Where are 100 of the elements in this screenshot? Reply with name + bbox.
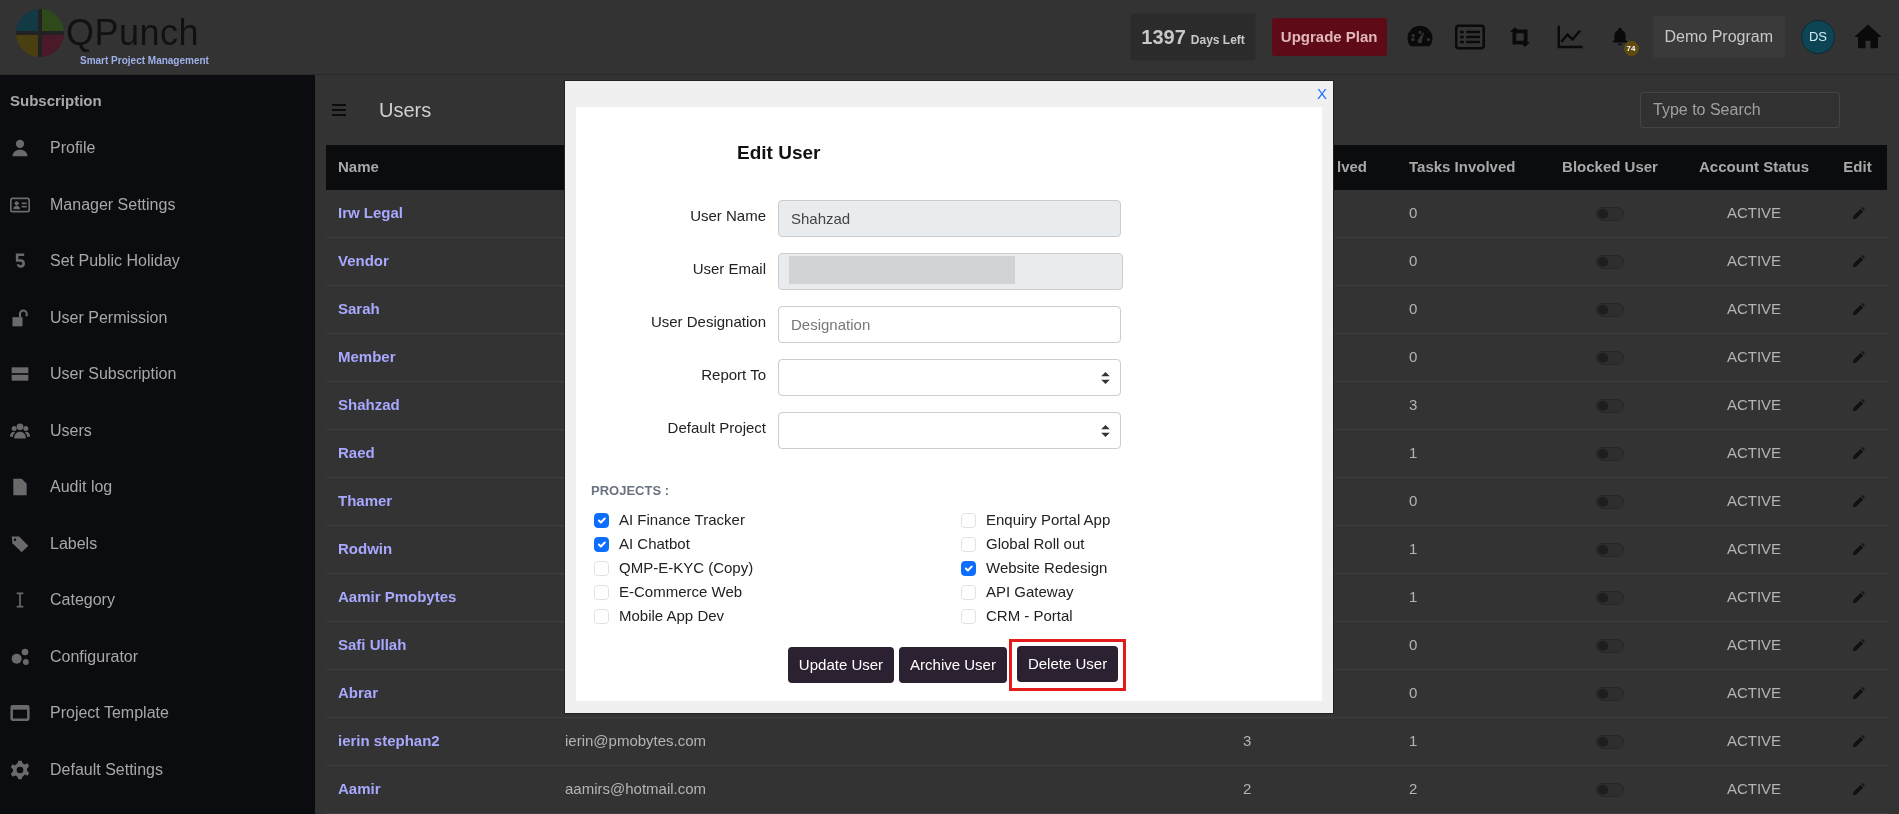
table-cell-text: 3 — [1409, 395, 1418, 416]
notification-badge: 74 — [1623, 41, 1639, 56]
column-header: Name — [338, 157, 379, 178]
table-cell-text: 0 — [1409, 347, 1418, 368]
user-name-link[interactable]: Sarah — [338, 298, 380, 321]
column-header: Blocked User — [1562, 157, 1658, 178]
checkbox[interactable] — [594, 513, 609, 528]
sidebar-item[interactable]: Project Template — [0, 685, 315, 742]
document-icon — [10, 477, 30, 498]
pencil-icon[interactable] — [1850, 302, 1865, 317]
field-label: User Name — [689, 206, 766, 226]
table-cell-text: aamirs@hotmail.com — [565, 779, 707, 800]
user-name-link[interactable]: Member — [338, 346, 396, 369]
checkbox[interactable] — [961, 561, 976, 576]
table-cell-text: 1 — [1409, 443, 1418, 464]
pencil-icon[interactable] — [1850, 446, 1865, 461]
checkbox-label: E-Commerce Web — [619, 582, 743, 603]
user-name-link[interactable]: Raed — [338, 442, 375, 465]
field-label: Default Project — [666, 418, 766, 438]
pencil-icon[interactable] — [1850, 494, 1865, 509]
user-name-link[interactable]: ierin stephan2 — [338, 730, 440, 753]
user-name-link[interactable]: Rodwin — [338, 538, 393, 561]
pencil-icon[interactable] — [1850, 350, 1865, 365]
user-name-link[interactable]: Safi Ullah — [338, 634, 407, 657]
pencil-icon[interactable] — [1850, 686, 1865, 701]
pencil-icon[interactable] — [1850, 782, 1865, 797]
checkbox-label: Website Redesign — [986, 558, 1108, 579]
sidebar-item[interactable]: Configurator — [0, 628, 315, 685]
pencil-icon[interactable] — [1850, 590, 1865, 605]
field-label: User Email — [691, 259, 766, 279]
table-cell-text: 3 — [1243, 731, 1252, 752]
pencil-icon[interactable] — [1850, 206, 1865, 221]
checkbox-label: API Gateway — [986, 582, 1074, 603]
checkbox-label: Global Roll out — [986, 534, 1085, 555]
column-header: Account Status — [1699, 157, 1809, 178]
pencil-icon[interactable] — [1850, 542, 1865, 557]
pencil-icon[interactable] — [1850, 254, 1865, 269]
modal-title: Edit User — [736, 141, 822, 165]
search-field[interactable]: Type to Search — [1640, 92, 1840, 128]
sidebar-item[interactable]: Labels — [0, 515, 315, 572]
settings-icon — [10, 759, 30, 780]
table-cell-text: 0 — [1409, 251, 1418, 272]
table-cell-text: 0 — [1409, 203, 1418, 224]
sidebar-item[interactable]: Default Settings — [0, 741, 315, 798]
action-button[interactable]: Archive User — [899, 646, 1007, 683]
sidebar-item[interactable]: Audit log — [0, 459, 315, 516]
table-cell-text: ierin@pmobytes.com — [565, 731, 707, 752]
table-cell-text: ACTIVE — [1726, 299, 1782, 320]
logo-icon — [14, 6, 66, 59]
sidebar-item[interactable]: Profile — [0, 120, 315, 177]
action-button[interactable]: Delete User — [1016, 645, 1119, 682]
user-name-link[interactable]: Irw Legal — [338, 202, 404, 225]
user-name-link[interactable]: Vendor — [338, 250, 389, 273]
table-cell-text: ACTIVE — [1726, 683, 1782, 704]
table-cell-text: 1 — [1409, 539, 1418, 560]
select-field[interactable] — [778, 359, 1121, 396]
table-cell-text: ACTIVE — [1726, 347, 1782, 368]
column-header: Tasks Involved — [1409, 157, 1516, 178]
days-label: Days Left — [1190, 32, 1245, 49]
checkbox-label: CRM - Portal — [986, 606, 1073, 627]
table-cell-text: 0 — [1409, 683, 1418, 704]
sidebar-item[interactable]: Category — [0, 572, 315, 629]
sort-caret-icon — [1101, 424, 1110, 437]
user-name-link[interactable]: Shahzad — [338, 394, 400, 417]
input-field: Shahzad — [778, 200, 1121, 237]
user-name-link[interactable]: Thamer — [338, 490, 393, 513]
list-icon[interactable] — [1452, 22, 1487, 52]
close-button[interactable]: X — [1317, 86, 1327, 101]
sidebar-item[interactable]: Users — [0, 402, 315, 459]
person-icon — [10, 138, 30, 159]
menu-icon[interactable] — [332, 102, 346, 118]
user-name-link[interactable]: Aamir Pmobytes — [338, 586, 457, 609]
sidebar-item[interactable]: User Subscription — [0, 346, 315, 403]
checkbox[interactable] — [594, 537, 609, 552]
window-icon — [10, 703, 30, 724]
program-button[interactable]: Demo Program — [1652, 16, 1785, 58]
pencil-icon[interactable] — [1850, 638, 1865, 653]
upgrade-button[interactable]: Upgrade Plan — [1271, 17, 1387, 57]
table-cell-text: ACTIVE — [1726, 203, 1782, 224]
action-button[interactable]: Update User — [787, 646, 895, 683]
sidebar-item[interactable]: User Permission — [0, 289, 315, 346]
table-cell-text: ACTIVE — [1726, 539, 1782, 560]
user-name-link[interactable]: Abrar — [338, 682, 378, 705]
page-title: Users — [379, 98, 432, 123]
sidebar-item[interactable]: Manager Settings — [0, 176, 315, 233]
pencil-icon[interactable] — [1850, 398, 1865, 413]
unlocked-padlock-icon — [10, 307, 30, 328]
table-cell-text: ACTIVE — [1726, 587, 1782, 608]
pencil-icon[interactable] — [1850, 734, 1865, 749]
avatar[interactable]: DS — [1801, 20, 1835, 54]
table-cell-text: ACTIVE — [1726, 731, 1782, 752]
input-field[interactable]: Designation — [778, 306, 1121, 343]
sidebar-item[interactable]: Set Public Holiday — [0, 233, 315, 290]
table-cell-text: 0 — [1409, 635, 1418, 656]
days-count: 1397 — [1141, 25, 1186, 50]
sort-caret-icon — [1101, 371, 1110, 384]
logo-tagline: Smart Project Management — [80, 53, 209, 68]
user-name-link[interactable]: Aamir — [338, 778, 381, 801]
section-label: PROJECTS : — [591, 482, 670, 500]
select-field[interactable] — [778, 412, 1121, 449]
